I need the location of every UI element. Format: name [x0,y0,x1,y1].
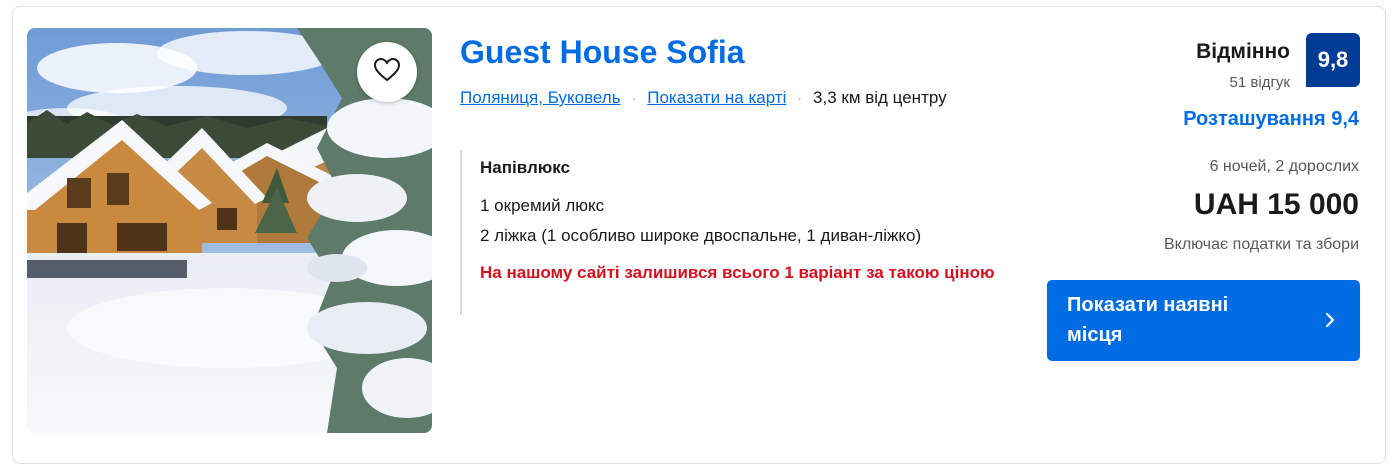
location-score: Розташування 9,4 [1183,108,1359,130]
location-row: Поляниця, Буковель · Показати на карті ·… [460,88,947,108]
scarcity-message: На нашому сайті залишився всього 1 варіа… [480,263,995,282]
favorite-button[interactable] [357,42,417,102]
distance-separator: · [797,90,803,106]
rating-word: Відмінно [1196,40,1290,63]
room-info: Напівлюкс 1 окремий люкс 2 ліжка (1 особ… [460,150,1020,315]
show-availability-button[interactable]: Показати наявні місця [1047,280,1360,361]
room-beds: 2 ліжка (1 особливо широке двоспальне, 1… [480,226,922,245]
property-title[interactable]: Guest House Sofia [460,34,745,71]
location-separator: · [631,90,637,106]
taxes-note: Включає податки та збори [1163,236,1359,253]
heart-outline-icon [373,57,401,87]
stay-details: 6 ночей, 2 дорослих [1209,158,1359,175]
distance-text: 3,3 км від центру [813,88,947,107]
room-units: 1 окремий люкс [480,196,605,215]
review-count: 51 відгук [1229,74,1290,91]
review-score-badge[interactable]: 9,8 [1306,33,1360,87]
room-name: Напівлюкс [480,158,571,177]
location-link[interactable]: Поляниця, Буковель [460,88,621,108]
show-on-map-link[interactable]: Показати на карті [647,88,786,108]
chevron-right-icon [1324,310,1336,335]
price: UAH 15 000 [1193,188,1359,221]
show-availability-label: Показати наявні місця [1067,294,1229,346]
